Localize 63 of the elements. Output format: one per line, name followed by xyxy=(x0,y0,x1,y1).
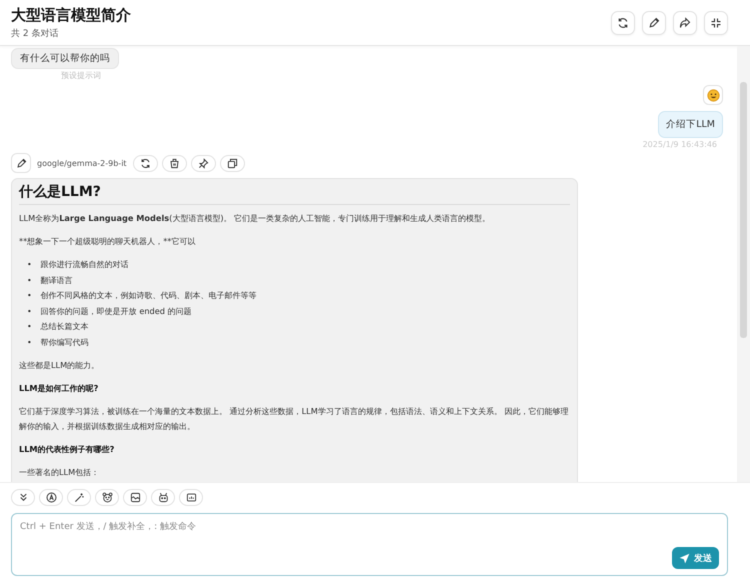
message-paragraph: LLM全称为Large Language Models(大型语言模型)。 它们是一类复杂的人工智能，专门训练用于理解和生成人类语言的模型。 xyxy=(19,212,492,225)
send-icon xyxy=(679,552,690,564)
smiley-icon xyxy=(706,88,720,102)
magic-wand-icon xyxy=(74,492,84,503)
pin-icon xyxy=(198,158,209,168)
image-icon xyxy=(130,492,140,503)
robot-icon xyxy=(158,492,168,503)
edit-button[interactable] xyxy=(642,10,666,34)
image-button[interactable] xyxy=(123,489,147,506)
refresh-button[interactable] xyxy=(611,10,635,34)
list-item: 跟你进行流畅自然的对话 xyxy=(40,258,129,271)
user-message: 介绍下LLM xyxy=(658,111,723,138)
copy-icon xyxy=(226,158,238,168)
circle-letter-icon xyxy=(46,492,56,503)
refresh-icon xyxy=(617,16,629,28)
scroll-down-button[interactable] xyxy=(11,489,35,506)
collapse-button[interactable] xyxy=(704,10,728,34)
list-bullet: • xyxy=(27,336,32,348)
bear-face-icon xyxy=(102,492,112,503)
list-item: 回答你的问题，即使是开放 ended 的问题 xyxy=(40,304,192,318)
delete-button[interactable] xyxy=(162,154,187,172)
list-item: 翻译语言 xyxy=(40,274,73,286)
mask-button[interactable] xyxy=(95,489,119,506)
message-paragraph: 一些著名的LLM包括： xyxy=(19,466,100,479)
chat-title: 大型语言模型简介 xyxy=(11,6,131,24)
message-paragraph: **想象一下一个超级聪明的聊天机器人，**它可以 xyxy=(19,235,196,248)
robot-button[interactable] xyxy=(151,489,175,506)
list-item: 帮你编写代码 xyxy=(40,336,89,348)
list-bullet: • xyxy=(27,259,32,271)
chart-button[interactable] xyxy=(179,489,203,506)
assistant-message: 有什么可以帮你的吗 xyxy=(11,48,119,69)
refresh-icon xyxy=(140,158,151,168)
send-button[interactable]: 发送 xyxy=(672,547,719,569)
avatar-button[interactable] xyxy=(703,85,723,105)
message-paragraph: 它们基于深度学习算法，被训练在一个海量的文本数据上。 通过分析这些数据，LLM学习了语言的规律，包括语法、语义和上下文关系。 因此，它们能够理解你的输入，并根据训练数据生成相对应的输出。 xyxy=(19,405,570,433)
collapse-icon xyxy=(710,16,722,28)
list-item: 创作不同风格的文本，例如诗歌、代码、剧本、电子邮件等等 xyxy=(40,289,257,302)
message-subheading: LLM是如何工作的呢? xyxy=(19,382,100,395)
message-count: 共 2 条对话 xyxy=(11,28,60,40)
message-paragraph: 这些都是LLM的能力。 xyxy=(19,359,100,372)
chart-icon xyxy=(186,492,196,503)
model-button[interactable] xyxy=(39,489,63,506)
prompt-button[interactable] xyxy=(67,489,91,506)
regenerate-button[interactable] xyxy=(132,154,158,172)
share-button[interactable] xyxy=(673,10,697,34)
list-bullet: • xyxy=(27,274,32,286)
double-chevron-icon xyxy=(18,492,28,503)
copy-button[interactable] xyxy=(220,154,245,172)
message-heading: 什么是LLM? xyxy=(19,183,570,205)
list-bullet: • xyxy=(27,306,32,318)
list-bullet: • xyxy=(27,290,32,302)
edit-button[interactable] xyxy=(11,153,31,173)
message-input[interactable]: Ctrl + Enter 发送，/ 触发补全，: 触发命令 发送 xyxy=(11,513,728,576)
preset-label: 预设提示词 xyxy=(61,70,101,81)
list-item: 总结长篇文本 xyxy=(40,320,89,333)
list-bullet: • xyxy=(27,321,32,333)
pencil-icon xyxy=(648,16,660,28)
trash-icon xyxy=(168,158,180,168)
pin-button[interactable] xyxy=(190,154,216,172)
pencil-icon xyxy=(16,158,26,168)
message-subheading: LLM的代表性例子有哪些? xyxy=(19,443,116,456)
model-name: google/gemma-2-9b-it xyxy=(37,158,127,168)
share-icon xyxy=(679,16,691,28)
